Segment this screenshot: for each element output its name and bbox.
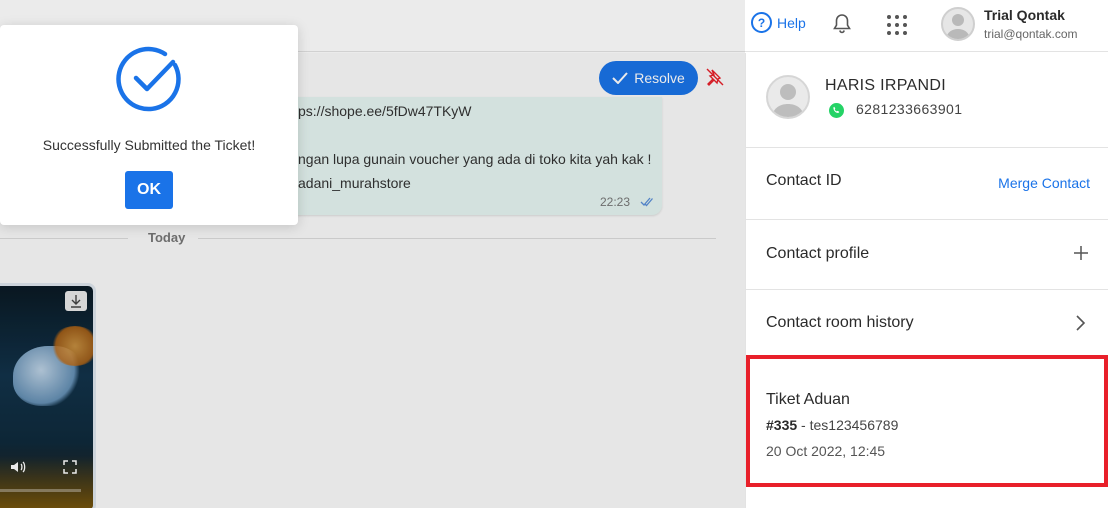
ticket-item[interactable]: #335 - tes123456789 (766, 417, 898, 433)
ok-button[interactable]: OK (125, 171, 173, 209)
user-email: trial@qontak.com (984, 27, 1078, 41)
help-label: Help (777, 14, 806, 31)
plus-icon[interactable] (1074, 246, 1088, 260)
success-dialog: Successfully Submitted the Ticket! OK (0, 25, 298, 225)
ticket-date: 20 Oct 2022, 12:45 (766, 443, 886, 459)
app-root: ? Help Trial Qontak trial@qontak.com Res… (0, 0, 1108, 508)
merge-contact-link[interactable]: Merge Contact (998, 175, 1090, 191)
contact-room-history-label[interactable]: Contact room history (766, 314, 914, 332)
ticket-separator: - (797, 417, 810, 433)
chevron-right-icon[interactable] (1076, 315, 1086, 331)
contact-profile-label[interactable]: Contact profile (766, 245, 869, 263)
contact-avatar (766, 75, 810, 119)
contact-phone: 6281233663901 (856, 101, 963, 117)
user-name: Trial Qontak (984, 7, 1065, 23)
ticket-subject: tes123456789 (809, 417, 899, 433)
contact-id-label: Contact ID (766, 172, 842, 189)
ticket-number: #335 (766, 417, 798, 433)
help-icon: ? (751, 12, 772, 33)
ticket-section-title: Tiket Aduan (766, 391, 850, 408)
user-avatar[interactable] (941, 7, 975, 41)
divider (746, 289, 1108, 290)
contact-panel: HARIS IRPANDI 6281233663901 Contact ID M… (745, 53, 1108, 508)
check-circle-icon (116, 46, 181, 112)
divider (746, 219, 1108, 220)
divider (746, 147, 1108, 148)
help-link[interactable]: ? Help (751, 12, 806, 33)
whatsapp-icon (829, 103, 844, 118)
apps-grid-icon[interactable] (885, 13, 907, 35)
dialog-message: Successfully Submitted the Ticket! (42, 137, 256, 153)
bell-icon[interactable] (830, 12, 854, 36)
contact-name: HARIS IRPANDI (825, 77, 946, 94)
